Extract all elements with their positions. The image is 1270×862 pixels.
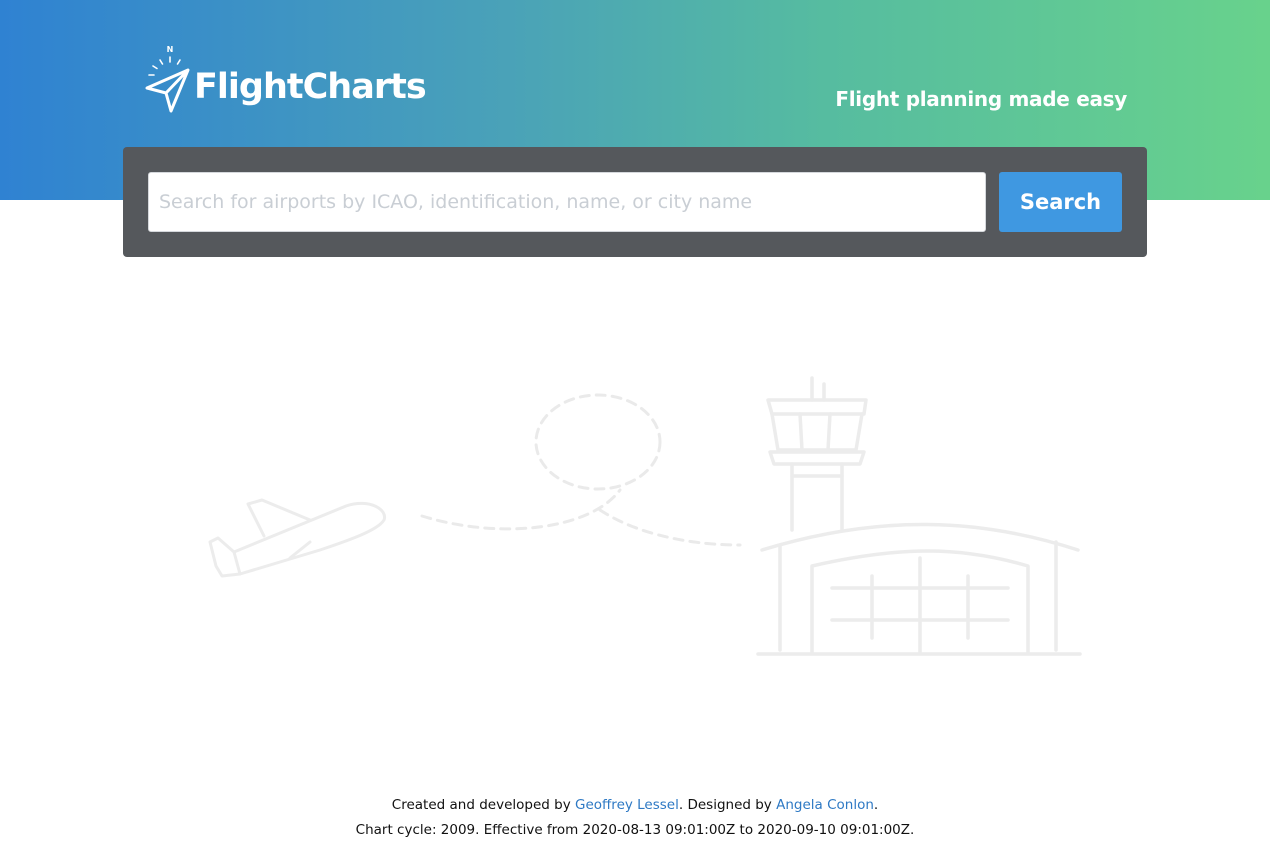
designed-by-text: . Designed by: [678, 797, 777, 813]
paper-plane-compass-icon: N: [145, 45, 190, 113]
logo-text: FlightCharts: [194, 67, 427, 107]
footer: Created and developed by Geoffrey Lessel…: [0, 793, 1270, 843]
compass-letter: N: [167, 45, 174, 54]
terminal-icon: [756, 522, 1082, 656]
footer-credits: Created and developed by Geoffrey Lessel…: [0, 793, 1270, 818]
control-tower-icon: [766, 376, 868, 532]
developer-link[interactable]: Geoffrey Lessel: [575, 797, 679, 813]
search-button[interactable]: Search: [999, 172, 1122, 232]
airplane-icon: [208, 498, 386, 578]
designer-link[interactable]: Angela Conlon: [776, 797, 874, 813]
credits-suffix: .: [873, 797, 879, 813]
flight-path-icon: [420, 393, 742, 547]
tagline: Flight planning made easy: [835, 87, 1127, 111]
logo[interactable]: N FlightCharts: [144, 44, 427, 120]
credits-prefix: Created and developed by: [391, 797, 575, 813]
search-panel: Search: [123, 147, 1147, 257]
airport-illustration: [208, 376, 1082, 656]
airport-search-input[interactable]: [148, 172, 986, 232]
chart-cycle-info: Chart cycle: 2009. Effective from 2020-0…: [355, 822, 915, 838]
